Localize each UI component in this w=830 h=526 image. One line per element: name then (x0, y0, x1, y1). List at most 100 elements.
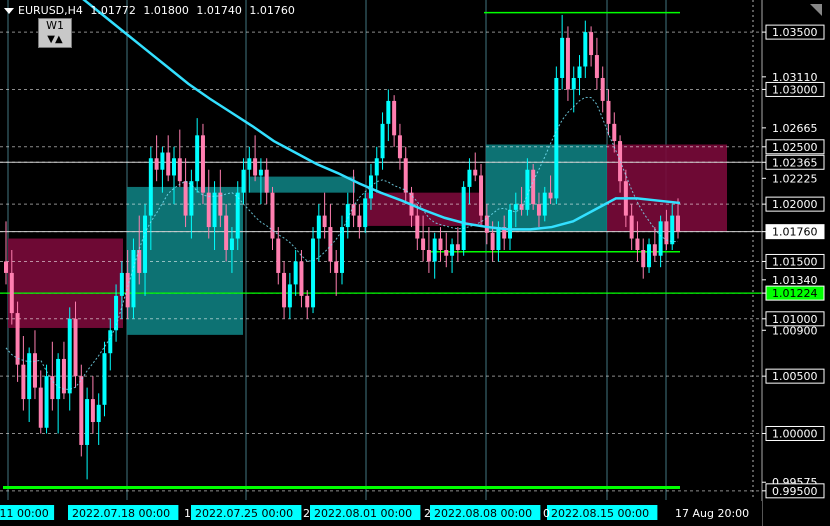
price-axis-label: 1.01340 (772, 274, 818, 287)
candle-body (67, 318, 72, 394)
close-value: 1.01760 (249, 4, 295, 17)
time-axis-label: 2022.08.01 00:00 (314, 507, 412, 520)
time-axis-fragment: 1 (184, 507, 191, 520)
candle-body (467, 169, 472, 187)
chart-window[interactable]: 1.03500 1.03110 1.03000 1.02665 1.02500 1.023… (0, 0, 830, 526)
candle-body (206, 192, 211, 228)
candle-body (618, 141, 623, 182)
candle-body (44, 376, 49, 428)
candle-body (102, 353, 107, 405)
candle-body (172, 158, 176, 176)
candle-body (426, 250, 431, 262)
price-axis-label: 1.00500 (772, 370, 818, 383)
candle-body (397, 135, 402, 159)
time-axis-fragment: 2 (303, 507, 310, 520)
timeframe-arrows-icon[interactable]: ▼▲ (47, 34, 62, 45)
candle-body (345, 204, 350, 228)
candle-body (177, 158, 182, 182)
candle-body (508, 209, 512, 239)
candle-body (160, 152, 165, 170)
low-value: 1.01740 (196, 4, 242, 17)
candle-body (340, 227, 344, 273)
candle-body (386, 100, 391, 124)
candle-body (21, 364, 26, 400)
candle-body (450, 244, 455, 256)
time-axis-label: 2022.08.15 00:00 (551, 507, 649, 520)
candle-body (224, 215, 229, 250)
candle-body (322, 215, 327, 228)
candle-body (490, 232, 495, 250)
candle-body (27, 353, 32, 400)
candle-body (560, 37, 565, 78)
candle-body (137, 250, 142, 273)
candle-body (241, 169, 246, 193)
candle-body (212, 192, 217, 228)
candle-body (276, 238, 281, 273)
price-axis-label: 1.03000 (772, 83, 818, 96)
candle-body (108, 330, 113, 354)
current-time-label: 17 Aug 20:00 (675, 507, 749, 520)
candle-body (484, 215, 489, 233)
candle-body (258, 169, 263, 176)
candle-body (374, 158, 379, 176)
candle-body (131, 250, 136, 308)
candle-body (392, 100, 397, 136)
collapse-triangle-icon[interactable] (4, 8, 14, 14)
candle-body (299, 261, 304, 296)
candle-body (473, 169, 478, 176)
open-value: 1.01772 (90, 4, 136, 17)
candle-body (600, 77, 605, 101)
price-axis-label: 1.03110 (772, 71, 818, 84)
time-axis-label: 2022.08.08 00:00 (434, 507, 532, 520)
chart-header: EURUSD,H4 1.01772 1.01800 1.01740 1.0176… (4, 4, 299, 17)
candle-body (589, 32, 594, 56)
candle-body (536, 204, 541, 216)
candle-body (235, 192, 240, 239)
candle-body (432, 238, 437, 262)
price-axis-label: 1.01500 (772, 255, 818, 268)
candle-body (253, 158, 258, 176)
candle-body (79, 376, 84, 445)
candle-body (143, 215, 148, 273)
candle-body (479, 175, 484, 216)
candle-body (73, 318, 78, 377)
candle-body (229, 238, 234, 250)
time-axis-label: .11 00:00 (0, 507, 49, 520)
price-axis-label: 1.00900 (772, 324, 818, 337)
time-axis-fragment: 0 (543, 507, 550, 520)
candle-body (577, 66, 582, 78)
candle-body (148, 158, 153, 216)
candle-body (4, 261, 8, 273)
candle-body (670, 215, 675, 245)
candle-body (455, 244, 460, 250)
price-axis-label: 1.02665 (772, 122, 818, 135)
candle-body (444, 250, 449, 256)
price-axis-label: 1.00000 (772, 427, 818, 440)
candle-body (565, 37, 570, 90)
price-axis-label: 1.02000 (772, 198, 818, 211)
candle-body (247, 158, 252, 170)
price-axis-label: 1.02225 (772, 172, 818, 185)
candle-body (311, 238, 316, 308)
candle-body (496, 227, 501, 250)
candle-body (56, 358, 61, 400)
candle-body (282, 272, 287, 308)
price-axis-label: 1.03500 (772, 26, 818, 39)
candle-body (629, 215, 634, 239)
candle-body (594, 55, 599, 78)
price-axis-label: 1.02500 (772, 141, 818, 154)
candle-body (652, 244, 657, 256)
candle-body (612, 123, 617, 142)
candle-body (583, 32, 588, 67)
candle-body (183, 181, 188, 216)
price-axis-label: 1.01760 (772, 226, 818, 239)
candle-body (554, 77, 559, 199)
price-chart[interactable]: 1.03500 1.031101.03000 1.02665 1.02500 1.023… (0, 0, 830, 526)
candle-body (264, 169, 269, 193)
candle-body (166, 152, 171, 176)
candle-body (403, 158, 408, 193)
candle-body (635, 238, 640, 250)
timeframe-switch[interactable]: W1 ▼▲ (38, 18, 72, 48)
candle-body (571, 77, 576, 90)
candle-body (32, 353, 37, 388)
